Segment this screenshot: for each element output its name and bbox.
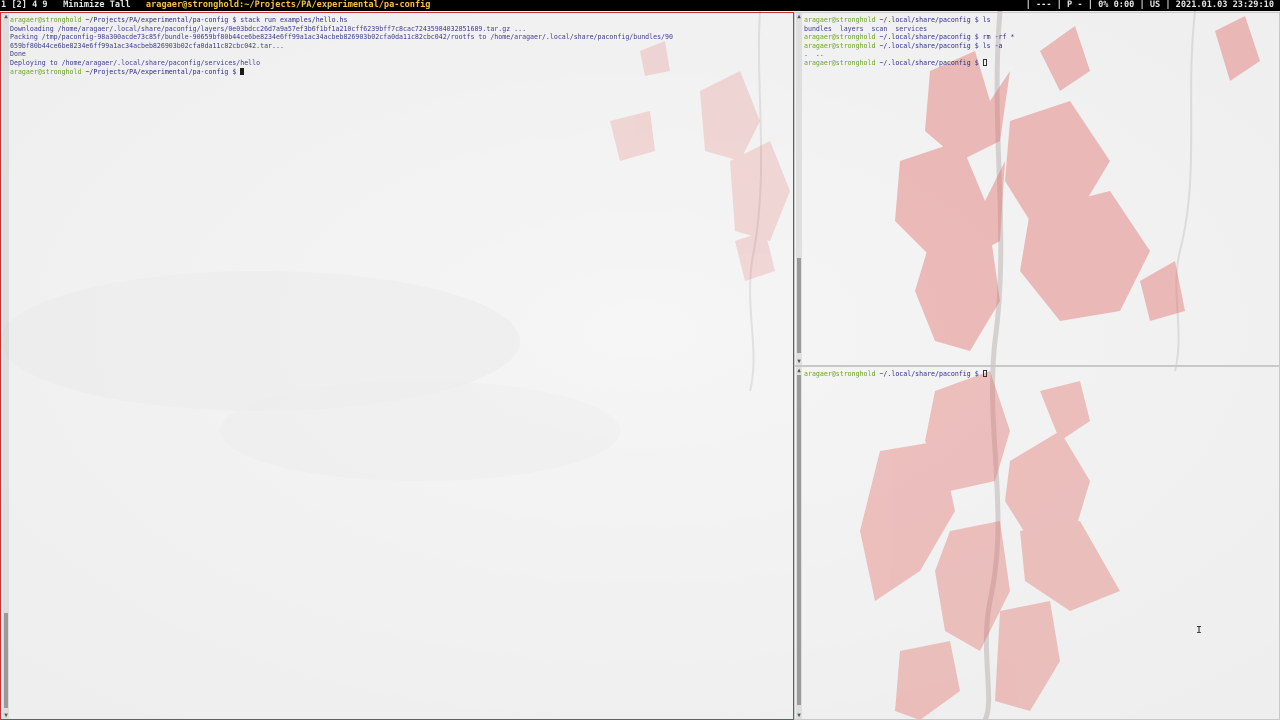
output-text: 659bf80b44ce6be8234e6ff99a1ac34acbeb8269… (10, 41, 284, 50)
prompt-user: aragaer@stronghold (804, 41, 876, 50)
command-text: rm -rf * (982, 33, 1015, 42)
prompt-path: ~/.local/share/paconfig $ (875, 58, 983, 67)
workspace-list[interactable]: 1 (1, 0, 11, 10)
layout-name[interactable]: Minimize Tall (63, 0, 130, 10)
prompt-user: aragaer@stronghold (10, 16, 82, 24)
scrollbar-thumb[interactable] (4, 613, 8, 708)
output-text: Done (10, 50, 26, 59)
terminal-cursor (982, 370, 987, 377)
prompt-path: ~/Projects/PA/experimental/pa-config $ (81, 67, 241, 76)
status-bar: 1 [2] 4 9 Minimize Tall aragaer@strongho… (0, 0, 1280, 11)
prompt-path: ~/.local/share/paconfig $ (875, 33, 983, 42)
prompt-user: aragaer@stronghold (804, 370, 876, 378)
command-text: stack run examples/hello.hs (240, 16, 348, 24)
prompt-line: aragaer@stronghold ~/.local/share/paconf… (804, 370, 1277, 379)
workspace-list-rest[interactable]: 4 9 (27, 0, 48, 10)
terminal-cursor (982, 58, 987, 66)
prompt-line: aragaer@stronghold ~/.local/share/paconf… (804, 42, 1277, 51)
output-text: bundles layers scan services (804, 24, 928, 33)
prompt-user: aragaer@stronghold (804, 58, 876, 67)
prompt-line: aragaer@stronghold ~/Projects/PA/experim… (10, 16, 791, 25)
terminal-main[interactable]: ▲ ▼ aragaer@stronghold ~/Projects/PA/exp… (0, 12, 794, 720)
command-text: ls (982, 16, 991, 24)
scrollbar[interactable]: ▲ ▼ (796, 367, 802, 719)
status-bar-right: | --- | P - | 0% 0:00 | US | 2021.01.03 … (1025, 0, 1274, 10)
prompt-path: ~/Projects/PA/experimental/pa-config $ (81, 16, 241, 24)
terminal-output[interactable]: aragaer@stronghold ~/.local/share/paconf… (804, 16, 1277, 68)
status-bar-left: 1 [2] 4 9 Minimize Tall aragaer@strongho… (1, 0, 431, 11)
prompt-path: ~/.local/share/paconfig $ (875, 370, 983, 378)
text-ibeam-icon: I (1196, 625, 1203, 636)
triangle-down-icon[interactable]: ▼ (3, 712, 9, 719)
output-text: . .. (804, 50, 824, 59)
output-line: Done (10, 50, 791, 59)
output-text: Deploying to /home/aragaer/.local/share/… (10, 58, 261, 67)
output-line: . .. (804, 50, 1277, 59)
output-line: Packing /tmp/paconfig-98a300acde73c85f/b… (10, 33, 791, 42)
workspace-current[interactable]: [2] (11, 0, 27, 10)
triangle-up-icon[interactable]: ▲ (796, 13, 802, 20)
prompt-line: aragaer@stronghold ~/.local/share/paconf… (804, 33, 1277, 42)
prompt-path: ~/.local/share/paconfig $ (875, 16, 983, 24)
terminal-bottom-right[interactable]: ▲ ▼ aragaer@stronghold ~/.local/share/pa… (794, 366, 1280, 720)
scrollbar[interactable]: ▲ ▼ (796, 13, 802, 365)
scrollbar-thumb[interactable] (797, 375, 801, 705)
output-line: bundles layers scan services (804, 25, 1277, 34)
terminal-output[interactable]: aragaer@stronghold ~/Projects/PA/experim… (10, 16, 791, 76)
triangle-down-icon[interactable]: ▼ (796, 712, 802, 719)
terminal-output[interactable]: aragaer@stronghold ~/.local/share/paconf… (804, 370, 1277, 379)
triangle-down-icon[interactable]: ▼ (796, 358, 802, 365)
prompt-line: aragaer@stronghold ~/.local/share/paconf… (804, 16, 1277, 25)
scrollbar[interactable]: ▲ ▼ (3, 13, 9, 719)
output-text: Packing /tmp/paconfig-98a300acde73c85f/b… (10, 33, 673, 42)
output-line: Deploying to /home/aragaer/.local/share/… (10, 59, 791, 68)
prompt-line: aragaer@stronghold ~/Projects/PA/experim… (10, 67, 791, 77)
prompt-user: aragaer@stronghold (10, 67, 82, 76)
prompt-path: ~/.local/share/paconfig $ (875, 41, 983, 50)
output-line: Downloading /home/aragaer/.local/share/p… (10, 25, 791, 34)
prompt-line: aragaer@stronghold ~/.local/share/paconf… (804, 58, 1277, 68)
scrollbar-thumb[interactable] (797, 258, 801, 353)
prompt-user: aragaer@stronghold (804, 33, 876, 42)
triangle-up-icon[interactable]: ▲ (3, 13, 9, 20)
output-text: Downloading /home/aragaer/.local/share/p… (10, 24, 527, 33)
terminal-cursor (240, 67, 245, 75)
output-line: 659bf80b44ce6be8234e6ff99a1ac34acbeb8269… (10, 42, 791, 51)
terminal-top-right[interactable]: ▲ ▼ aragaer@stronghold ~/.local/share/pa… (794, 12, 1280, 366)
prompt-user: aragaer@stronghold (804, 16, 876, 24)
window-title: aragaer@stronghold:~/Projects/PA/experim… (145, 0, 431, 10)
command-text: ls -a (982, 41, 1003, 50)
triangle-up-icon[interactable]: ▲ (796, 367, 802, 374)
